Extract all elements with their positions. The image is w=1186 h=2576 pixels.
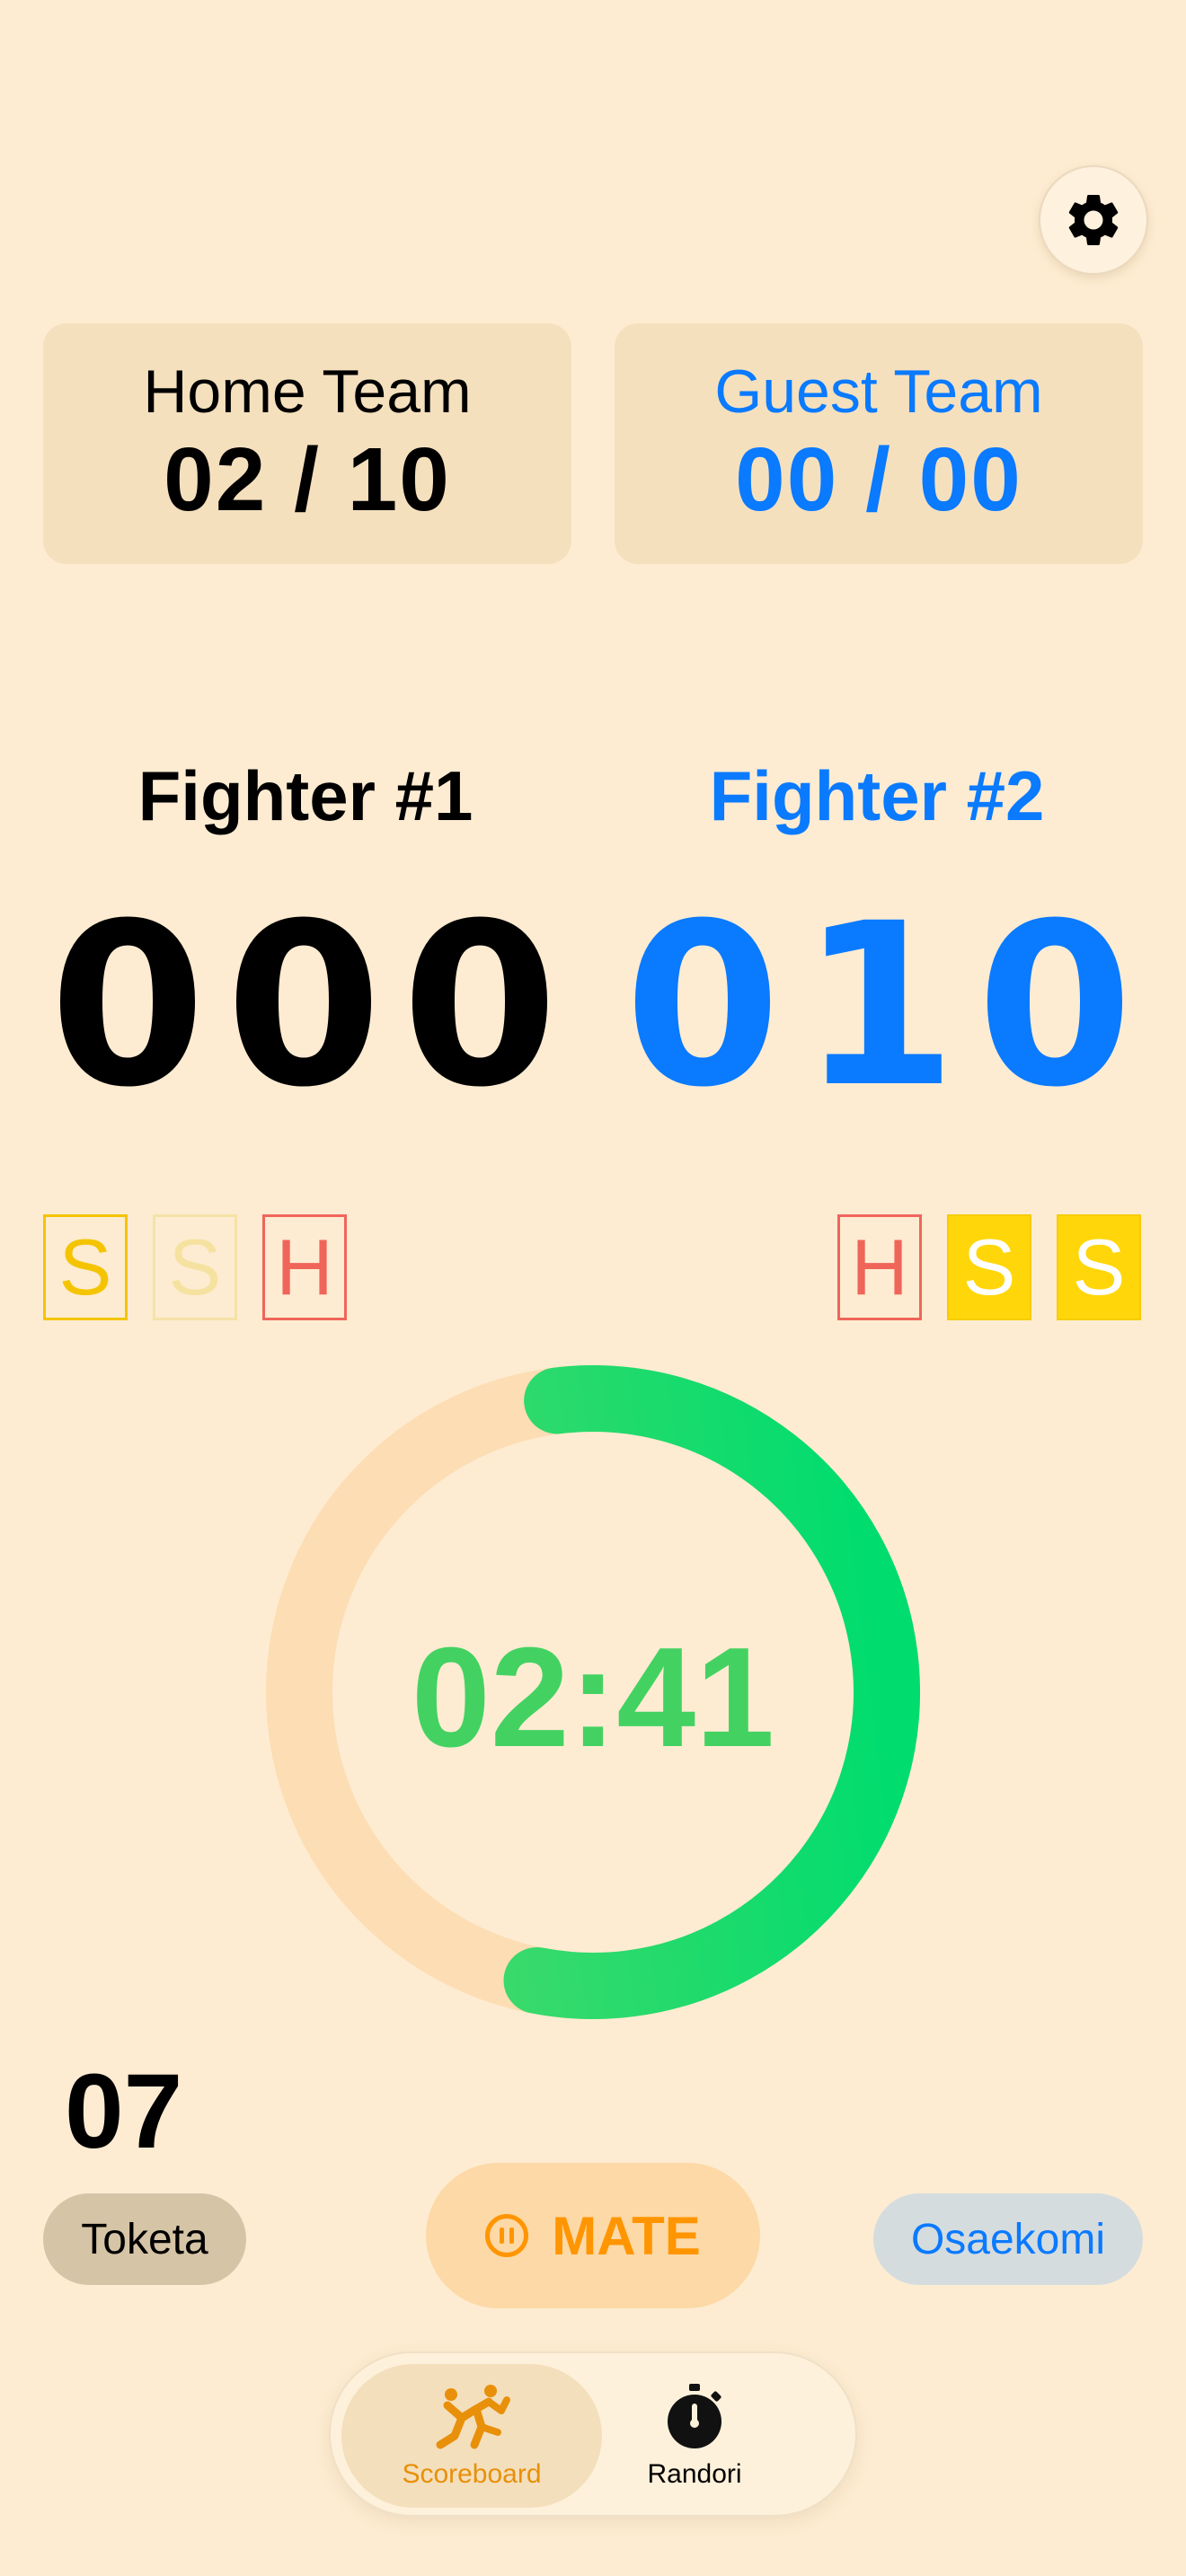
tab-bar: Scoreboard Randori	[329, 2351, 857, 2517]
fighter-2-shido-2[interactable]: S	[1057, 1214, 1141, 1320]
tab-scoreboard[interactable]: Scoreboard	[341, 2364, 602, 2508]
home-team-name: Home Team	[143, 357, 472, 426]
toketa-button[interactable]: Toketa	[43, 2193, 246, 2285]
timer-display[interactable]: 02:41	[266, 1581, 920, 1814]
judo-throw-icon	[436, 2385, 510, 2449]
pause-icon	[485, 2214, 529, 2257]
fighter-1-shido-2[interactable]: S	[153, 1214, 237, 1320]
fighter-2-score: 0 1 0	[615, 894, 1143, 1118]
guest-team-name: Guest Team	[714, 357, 1043, 426]
fighter-2-yuko-digit[interactable]: 0	[967, 894, 1143, 1118]
osaekomi-button[interactable]: Osaekomi	[873, 2193, 1143, 2285]
fighter-1-ippon-digit[interactable]: 0	[40, 894, 216, 1118]
fighter-2-ippon-digit[interactable]: 0	[615, 894, 791, 1118]
fighter-1-hansoku[interactable]: H	[262, 1214, 347, 1320]
osaekomi-counter: 07	[65, 2052, 183, 2171]
fighter-2-name: Fighter #2	[709, 756, 1045, 835]
fighter-2-hansoku[interactable]: H	[837, 1214, 922, 1320]
fighter-2-wazaari-digit[interactable]: 1	[791, 894, 967, 1118]
mate-button[interactable]: MATE	[426, 2163, 760, 2308]
fighter-1-shido-1[interactable]: S	[43, 1214, 128, 1320]
home-team-card[interactable]: Home Team 02 / 10	[43, 323, 571, 564]
fighter-2-shido-1[interactable]: S	[947, 1214, 1031, 1320]
fighter-1-yuko-digit[interactable]: 0	[392, 894, 568, 1118]
fighter-1-name: Fighter #1	[137, 756, 474, 835]
settings-button[interactable]	[1039, 165, 1148, 275]
home-team-score: 02 / 10	[164, 429, 451, 530]
tab-scoreboard-label: Scoreboard	[402, 2459, 542, 2489]
mate-button-label: MATE	[552, 2205, 701, 2266]
fighter-1-wazaari-digit[interactable]: 0	[216, 894, 392, 1118]
tab-randori[interactable]: Randori	[564, 2364, 825, 2508]
fighter-1-score: 0 0 0	[40, 894, 568, 1118]
tab-randori-label: Randori	[647, 2459, 742, 2489]
stopwatch-icon	[668, 2384, 721, 2448]
guest-team-card[interactable]: Guest Team 00 / 00	[615, 323, 1143, 564]
guest-team-score: 00 / 00	[735, 429, 1022, 530]
gear-icon	[1068, 194, 1119, 245]
